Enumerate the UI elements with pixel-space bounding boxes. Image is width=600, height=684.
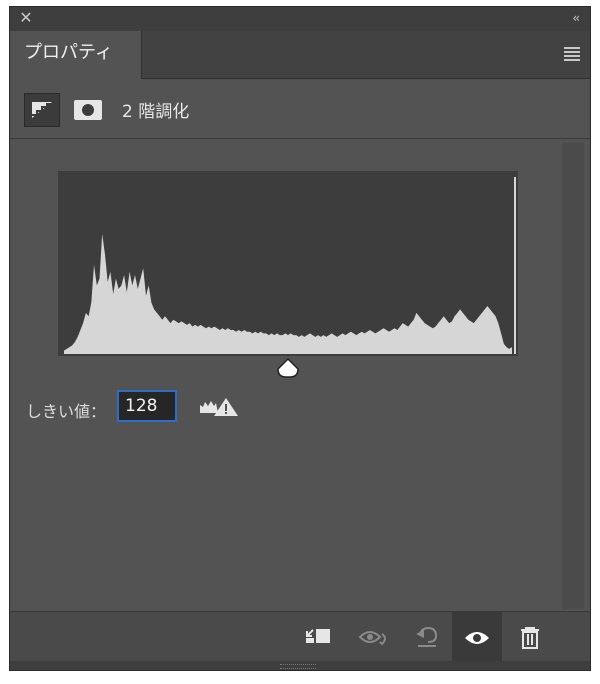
clip-to-layer-icon[interactable]	[304, 624, 334, 650]
hamburger-menu-icon[interactable]	[564, 47, 580, 61]
adjustment-header: 2 階調化	[10, 79, 590, 139]
histogram-highlight-spike	[514, 177, 516, 354]
histogram-area	[64, 234, 512, 354]
properties-panel: ✕ ‹‹ プロパティ 2 階調化 しきい値： 128	[9, 6, 591, 671]
double-chevron-left-icon[interactable]: ‹‹	[572, 11, 579, 25]
scrollbar[interactable]	[562, 143, 584, 609]
resize-grip[interactable]	[280, 664, 316, 669]
panel-footer	[10, 611, 590, 664]
histogram	[58, 171, 518, 356]
reset-icon[interactable]	[412, 624, 442, 650]
histogram-graph	[64, 177, 516, 354]
threshold-value-input[interactable]	[117, 390, 177, 422]
visibility-toggle[interactable]	[452, 612, 502, 664]
panel-titlebar: ✕ ‹‹	[10, 7, 590, 31]
close-icon[interactable]: ✕	[18, 10, 34, 26]
layer-mask-icon[interactable]	[73, 99, 103, 121]
view-previous-state-icon[interactable]	[358, 624, 388, 650]
tab-bar: プロパティ	[10, 31, 590, 79]
adjustment-title: 2 階調化	[122, 102, 190, 122]
threshold-slider-handle[interactable]	[276, 357, 300, 379]
tab-properties[interactable]: プロパティ	[10, 31, 142, 79]
eye-icon	[465, 632, 489, 644]
threshold-adjustment-icon[interactable]	[24, 93, 60, 127]
threshold-label: しきい値：	[26, 402, 107, 421]
panel-bottom-edge	[10, 661, 590, 670]
trash-icon[interactable]	[516, 624, 546, 650]
histogram-warning-icon[interactable]	[198, 397, 240, 417]
